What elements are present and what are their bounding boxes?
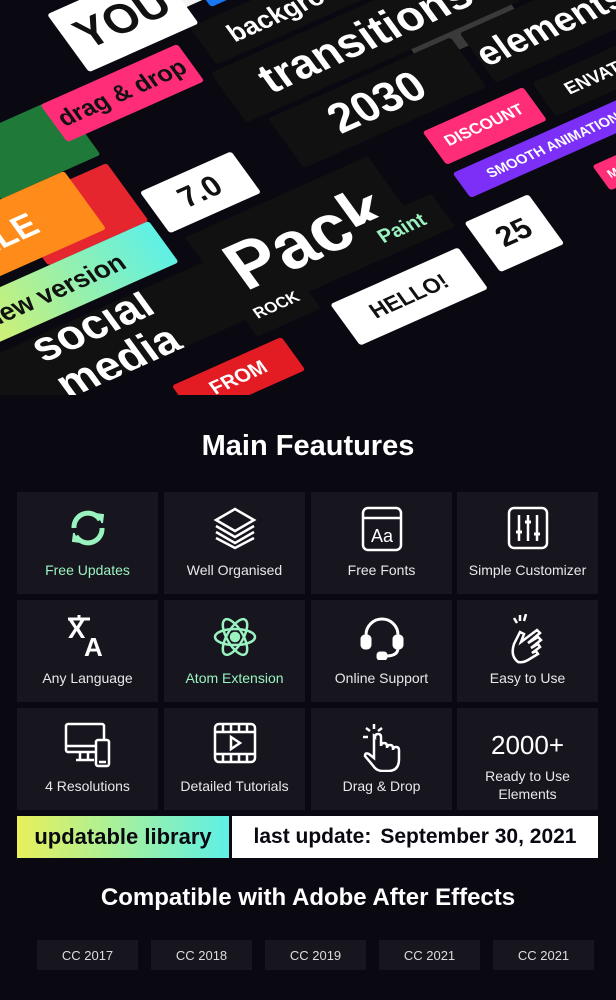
version-badge: CC 2021 <box>379 940 480 970</box>
version-badge: CC 2017 <box>37 940 138 970</box>
svg-text:Aa: Aa <box>370 526 393 546</box>
feature-label: Any Language <box>42 670 133 686</box>
feature-label: Free Fonts <box>347 562 416 578</box>
updatable-library-badge: updatable library <box>17 816 229 858</box>
translate-icon: XA <box>66 600 110 663</box>
atom-icon <box>212 600 258 665</box>
feature-card: Drag & Drop <box>311 708 452 810</box>
feature-card: X A Any Language <box>17 600 158 702</box>
collage-tile: FROM <box>171 336 306 395</box>
font-window-icon: Aa <box>361 492 403 557</box>
feature-label: Simple Customizer <box>468 562 587 578</box>
tap-hand-icon <box>360 708 404 777</box>
version-badge: CC 2021 <box>493 940 594 970</box>
last-update-label: last update: <box>253 825 372 848</box>
feature-card: Free Updates <box>17 492 158 594</box>
last-update-badge: last update: September 30, 2021 <box>232 816 598 858</box>
layers-icon <box>212 492 258 555</box>
feature-label: Free Updates <box>45 562 130 578</box>
feature-card: Detailed Tutorials <box>164 708 305 810</box>
feature-count: 2000+ <box>490 730 565 760</box>
feature-card: Online Support <box>311 600 452 702</box>
feature-label: Drag & Drop <box>342 778 421 794</box>
feature-card: 4 Resolutions <box>17 708 158 810</box>
feature-label: Ready to Use Elements <box>485 768 570 802</box>
sliders-icon <box>507 492 549 555</box>
feature-card: Simple Customizer <box>457 492 598 594</box>
features-title: Main Feautures <box>201 430 415 462</box>
feature-label: Easy to Use <box>489 670 566 686</box>
collage-tile: 25 <box>464 194 565 273</box>
svg-text:A: A <box>84 632 103 658</box>
video-film-icon <box>213 708 257 769</box>
refresh-icon <box>64 492 112 555</box>
feature-card: Aa Free Fonts <box>311 492 452 594</box>
feature-label: Detailed Tutorials <box>180 778 289 794</box>
last-update-date: September 30, 2021 <box>380 825 577 848</box>
version-badge: CC 2019 <box>265 940 366 970</box>
feature-label: Atom Extension <box>185 670 284 686</box>
feature-card: 2000+ Ready to Use Elements <box>457 708 598 810</box>
feature-card: Easy to Use <box>457 600 598 702</box>
feature-card: Well Organised <box>164 492 305 594</box>
feature-label: Well Organised <box>186 562 283 578</box>
devices-icon <box>64 708 112 773</box>
collage-tile: drag & drop <box>40 43 205 143</box>
collage-tiles: social media Pack new version 7.0 transition… <box>0 0 616 395</box>
hero-collage: social media Pack new version 7.0 transition… <box>0 0 616 395</box>
updatable-library-text: updatable library <box>34 824 212 849</box>
feature-label: 4 Resolutions <box>45 778 130 794</box>
snap-fingers-icon <box>508 600 548 669</box>
headset-icon <box>359 600 405 665</box>
feature-label: Online Support <box>334 670 429 686</box>
feature-card: Atom Extension <box>164 600 305 702</box>
compat-title: Compatible with Adobe After Effects <box>100 884 516 911</box>
version-badge: CC 2018 <box>151 940 252 970</box>
